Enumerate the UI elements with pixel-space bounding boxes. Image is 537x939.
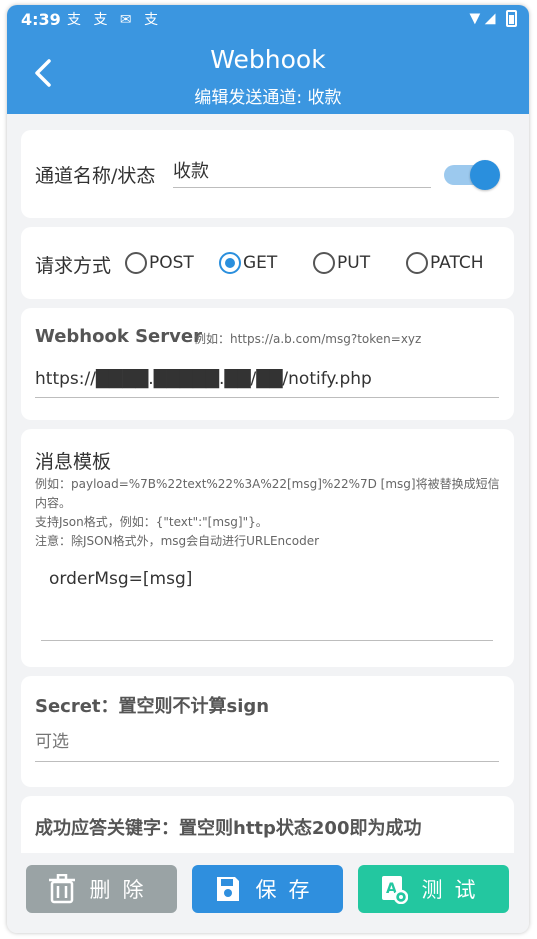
server-hint: 例如：https://a.b.com/msg?token=xyz (194, 332, 422, 346)
app-header: 4:39 支 支 ✉ 支 ▼ ◢ Webhook 编辑发送通道: 收款 (7, 5, 529, 114)
page-title: Webhook (210, 45, 326, 74)
radio-post-label: POST (149, 253, 194, 273)
request-method-label: 请求方式 (35, 255, 112, 277)
radio-patch-label: PATCH (430, 253, 484, 273)
delete-button-label: 删除 (89, 878, 156, 902)
floppy-disk-icon (216, 877, 239, 901)
bottom-action-bar: 删除 保存 A 测试 (7, 853, 529, 933)
template-hint-json: 支持Json格式，例如：{"text":"[msg]"}。 (35, 515, 268, 529)
radio-patch-circle (406, 252, 428, 274)
status-time: 4:39 (21, 10, 61, 29)
delete-button[interactable]: 删除 (26, 865, 177, 913)
secret-label: Secret：置空则不计算sign (35, 696, 270, 717)
secret-input[interactable] (35, 722, 499, 762)
save-button[interactable]: 保存 (192, 865, 343, 913)
radio-get-circle (219, 252, 241, 274)
secret-card: Secret：置空则不计算sign (21, 676, 514, 787)
battery-icon (506, 10, 517, 27)
server-card: Webhook Server 例如：https://a.b.com/msg?to… (21, 308, 514, 420)
toggle-knob (470, 160, 500, 190)
radio-post[interactable]: POST (125, 251, 194, 275)
test-button-label: 测试 (421, 878, 488, 902)
radio-post-circle (125, 252, 147, 274)
app-screen: 4:39 支 支 ✉ 支 ▼ ◢ Webhook 编辑发送通道: 收款 通道名称… (7, 5, 529, 933)
template-label: 消息模板 (35, 451, 112, 473)
server-label: Webhook Server (35, 326, 202, 347)
radio-put-circle (313, 252, 335, 274)
radio-put[interactable]: PUT (313, 251, 370, 275)
radio-patch[interactable]: PATCH (406, 251, 484, 275)
page-subtitle: 编辑发送通道: 收款 (194, 88, 342, 108)
template-textarea[interactable]: orderMsg=[msg] (41, 559, 493, 641)
save-button-label: 保存 (255, 878, 322, 902)
server-url-input[interactable] (35, 360, 499, 398)
notification-icons: 支 支 ✉ 支 (67, 12, 163, 28)
template-card: 消息模板 例如：payload=%7B%22text%22%3A%22[msg]… (21, 429, 514, 667)
test-button[interactable]: A 测试 (358, 865, 509, 913)
test-settings-icon: A (381, 876, 408, 904)
template-value: orderMsg=[msg] (49, 569, 193, 589)
channel-card: 通道名称/状态 (21, 130, 514, 218)
request-method-card: 请求方式 POST GET PUT PATCH (21, 227, 514, 299)
trash-icon (48, 874, 75, 904)
status-bar: 4:39 支 支 ✉ 支 ▼ ◢ (7, 5, 529, 33)
wifi-icon: ▼ (469, 10, 481, 27)
success-keyword-label: 成功应答关键字：置空则http状态200即为成功 (35, 818, 422, 839)
channel-status-toggle[interactable] (442, 158, 500, 192)
template-hint-example: 例如：payload=%7B%22text%22%3A%22[msg]%22%7… (35, 477, 500, 510)
template-hint-note: 注意：除JSON格式外，msg会自动进行URLEncoder (35, 534, 320, 548)
signal-icon: ◢ (484, 10, 496, 27)
channel-label: 通道名称/状态 (35, 165, 156, 187)
radio-get-label: GET (243, 253, 278, 273)
radio-put-label: PUT (337, 253, 371, 273)
channel-name-input[interactable] (173, 152, 431, 188)
status-icons: ▼ ◢ (470, 10, 517, 27)
radio-get[interactable]: GET (219, 251, 277, 275)
